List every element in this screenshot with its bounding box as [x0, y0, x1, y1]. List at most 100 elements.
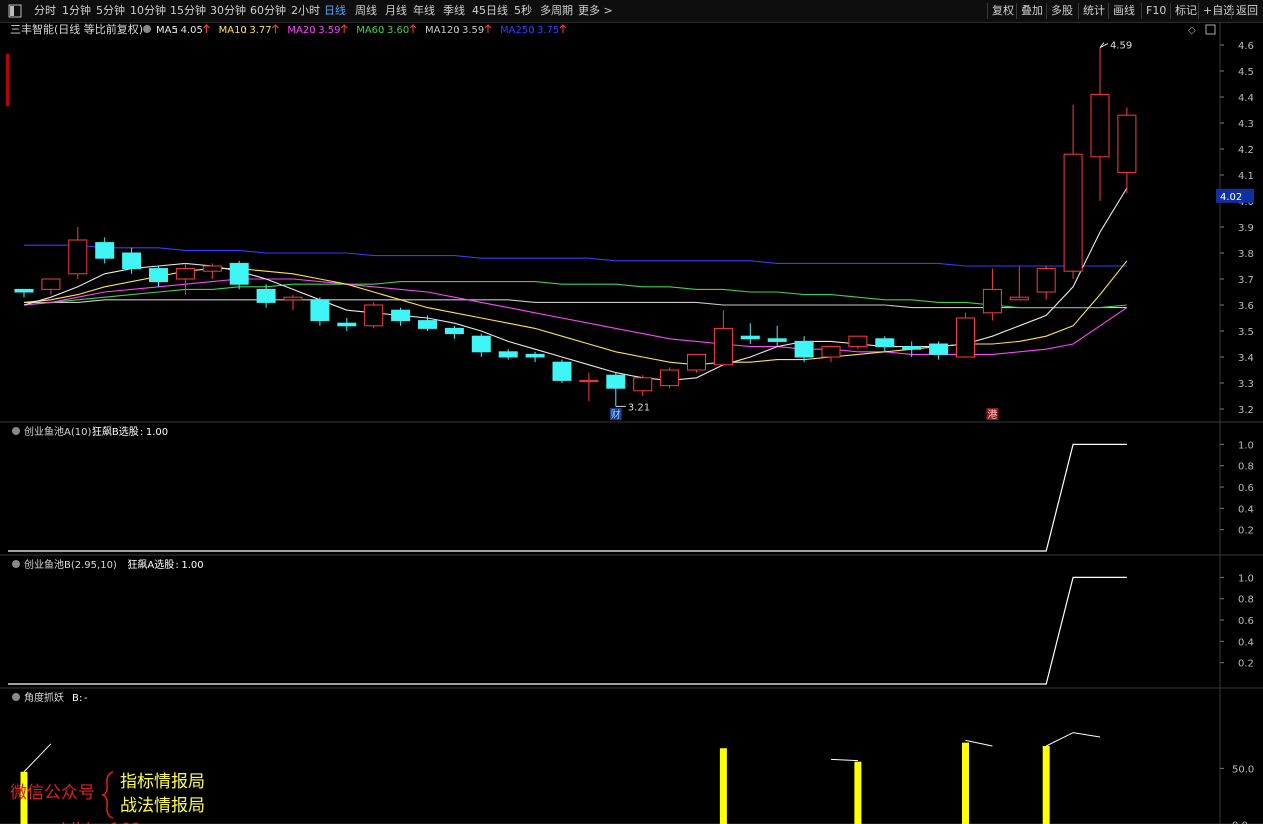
legend-colon: :: [456, 25, 459, 36]
period-tab-7[interactable]: 2小时: [291, 0, 320, 22]
indicator-legend-value: 1.00: [181, 560, 203, 571]
toolbar-separator: [1108, 3, 1109, 19]
candle: [956, 312, 975, 358]
legend-value: 3.77: [249, 25, 271, 36]
period-tab-16[interactable]: 更多 >: [578, 0, 613, 22]
high-price-label: 4.59: [1110, 41, 1132, 52]
selection-bar: [6, 54, 9, 106]
angle-line: [23, 743, 52, 773]
indicator-toggle-icon[interactable]: [12, 427, 20, 435]
period-tab-12[interactable]: 季线: [443, 0, 465, 22]
period-tab-8[interactable]: 日线: [324, 0, 346, 22]
indicator-legend-colon: :: [175, 560, 178, 571]
current-price-label: 4.02: [1220, 192, 1242, 203]
candle: [444, 325, 464, 339]
candle: [256, 284, 276, 308]
candle: [149, 266, 168, 287]
indicator-legend-colon: :: [140, 427, 143, 438]
y-tick-label: 0.2: [1238, 659, 1254, 670]
y-tick-label: 3.6: [1238, 301, 1254, 312]
period-tab-6[interactable]: 60分钟: [250, 0, 286, 22]
ma60-line: [23, 281, 1127, 309]
tool-button-6[interactable]: 标记: [1175, 0, 1197, 22]
legend-name: MA250: [500, 25, 535, 36]
candle: [310, 297, 330, 326]
period-tab-14[interactable]: 5秒: [514, 0, 532, 22]
ma-legend-ma120: MA120: 3.59: [425, 24, 492, 36]
indicator-title: 角度抓妖: [24, 691, 64, 704]
tool-button-8[interactable]: 返回: [1236, 0, 1258, 22]
arrow-up-icon: [272, 24, 279, 33]
y-tick-label: 50.0: [1232, 764, 1254, 775]
candle: [471, 333, 491, 357]
candle: [713, 310, 733, 366]
y-tick-label: 0.4: [1238, 504, 1254, 515]
period-tab-1[interactable]: 1分钟: [62, 0, 91, 22]
indicator-legend-value: 1.00: [146, 427, 168, 438]
period-tab-5[interactable]: 30分钟: [210, 0, 246, 22]
candle: [14, 288, 34, 298]
candle: [875, 336, 895, 352]
indicator-title: 创业鱼池B(2.95,10): [24, 558, 117, 571]
indicator-toggle-icon[interactable]: [12, 693, 20, 701]
chevron-down-icon[interactable]: [143, 25, 151, 33]
period-tab-13[interactable]: 45日线: [472, 0, 508, 22]
tool-button-2[interactable]: 多股: [1051, 0, 1073, 22]
candle: [606, 372, 626, 407]
arrow-up-icon: [484, 24, 492, 33]
legend-colon: :: [175, 25, 178, 36]
indicator-title: 创业鱼池A(10): [24, 425, 91, 438]
high-pointer: [1099, 42, 1109, 49]
period-tab-0[interactable]: 分时: [34, 0, 56, 22]
y-tick-label: 4.6: [1238, 41, 1254, 52]
legend-value: 3.59: [318, 25, 340, 36]
period-tab-11[interactable]: 年线: [413, 0, 435, 22]
period-toolbar: 分时 1分钟 5分钟 10分钟 15分钟 30分钟 60分钟 2小时 日线 周线 月线 年线 季线 45日…: [0, 0, 1263, 23]
toolbar-separator: [1078, 3, 1079, 19]
candle: [982, 268, 1002, 321]
candle: [579, 372, 599, 402]
layout-icon[interactable]: [1205, 24, 1216, 35]
y-tick-label: 1.0: [1238, 440, 1254, 451]
tool-button-3[interactable]: 统计: [1083, 0, 1105, 22]
toolbar-separator: [1141, 3, 1142, 19]
kline-chart-area: 三丰智能(日线 等比前复权) MA5: 4.05 MA10: 3.77 MA20: 3.59…: [0, 22, 1263, 824]
ma120-line: [24, 299, 1127, 309]
tool-button-7[interactable]: +自选: [1203, 0, 1234, 22]
angle-line: [830, 758, 858, 762]
toolbar-separator: [1198, 3, 1199, 19]
legend-value: 3.60: [387, 25, 409, 36]
y-tick-label: 3.3: [1238, 379, 1254, 390]
candle: [848, 335, 868, 350]
candle: [687, 353, 706, 373]
indicator-toggle-icon[interactable]: [12, 560, 20, 568]
candle: [929, 341, 949, 360]
period-tab-9[interactable]: 周线: [355, 0, 377, 22]
period-tab-10[interactable]: 月线: [385, 0, 407, 22]
period-tab-4[interactable]: 15分钟: [170, 0, 206, 22]
candle: [229, 260, 249, 290]
period-tab-2[interactable]: 5分钟: [96, 0, 125, 22]
candle: [283, 294, 303, 311]
tool-button-5[interactable]: F10: [1146, 0, 1166, 22]
legend-colon: :: [381, 25, 384, 36]
y-tick-label: 0.6: [1238, 483, 1254, 494]
y-tick-label: 3.8: [1238, 249, 1254, 260]
period-tab-3[interactable]: 10分钟: [130, 0, 166, 22]
y-tick-label: 3.4: [1238, 353, 1254, 364]
event-marker: 财: [611, 408, 621, 421]
tool-button-4[interactable]: 画线: [1113, 0, 1135, 22]
indicator-legend-name: 狂飙A选股: [127, 558, 174, 571]
candle: [660, 367, 680, 389]
toolbar-separator: [1231, 3, 1232, 19]
signal-bar: [962, 742, 969, 824]
candle: [1036, 266, 1056, 300]
period-tab-15[interactable]: 多周期: [540, 0, 573, 22]
brace-icon: [100, 771, 114, 819]
y-tick-label: 3.2: [1238, 405, 1254, 416]
candle: [740, 323, 760, 344]
panel-toggle-icon[interactable]: [8, 0, 24, 22]
tool-button-1[interactable]: 叠加: [1021, 0, 1043, 22]
signal-line: [8, 576, 1127, 685]
tool-button-0[interactable]: 复权: [992, 0, 1014, 22]
